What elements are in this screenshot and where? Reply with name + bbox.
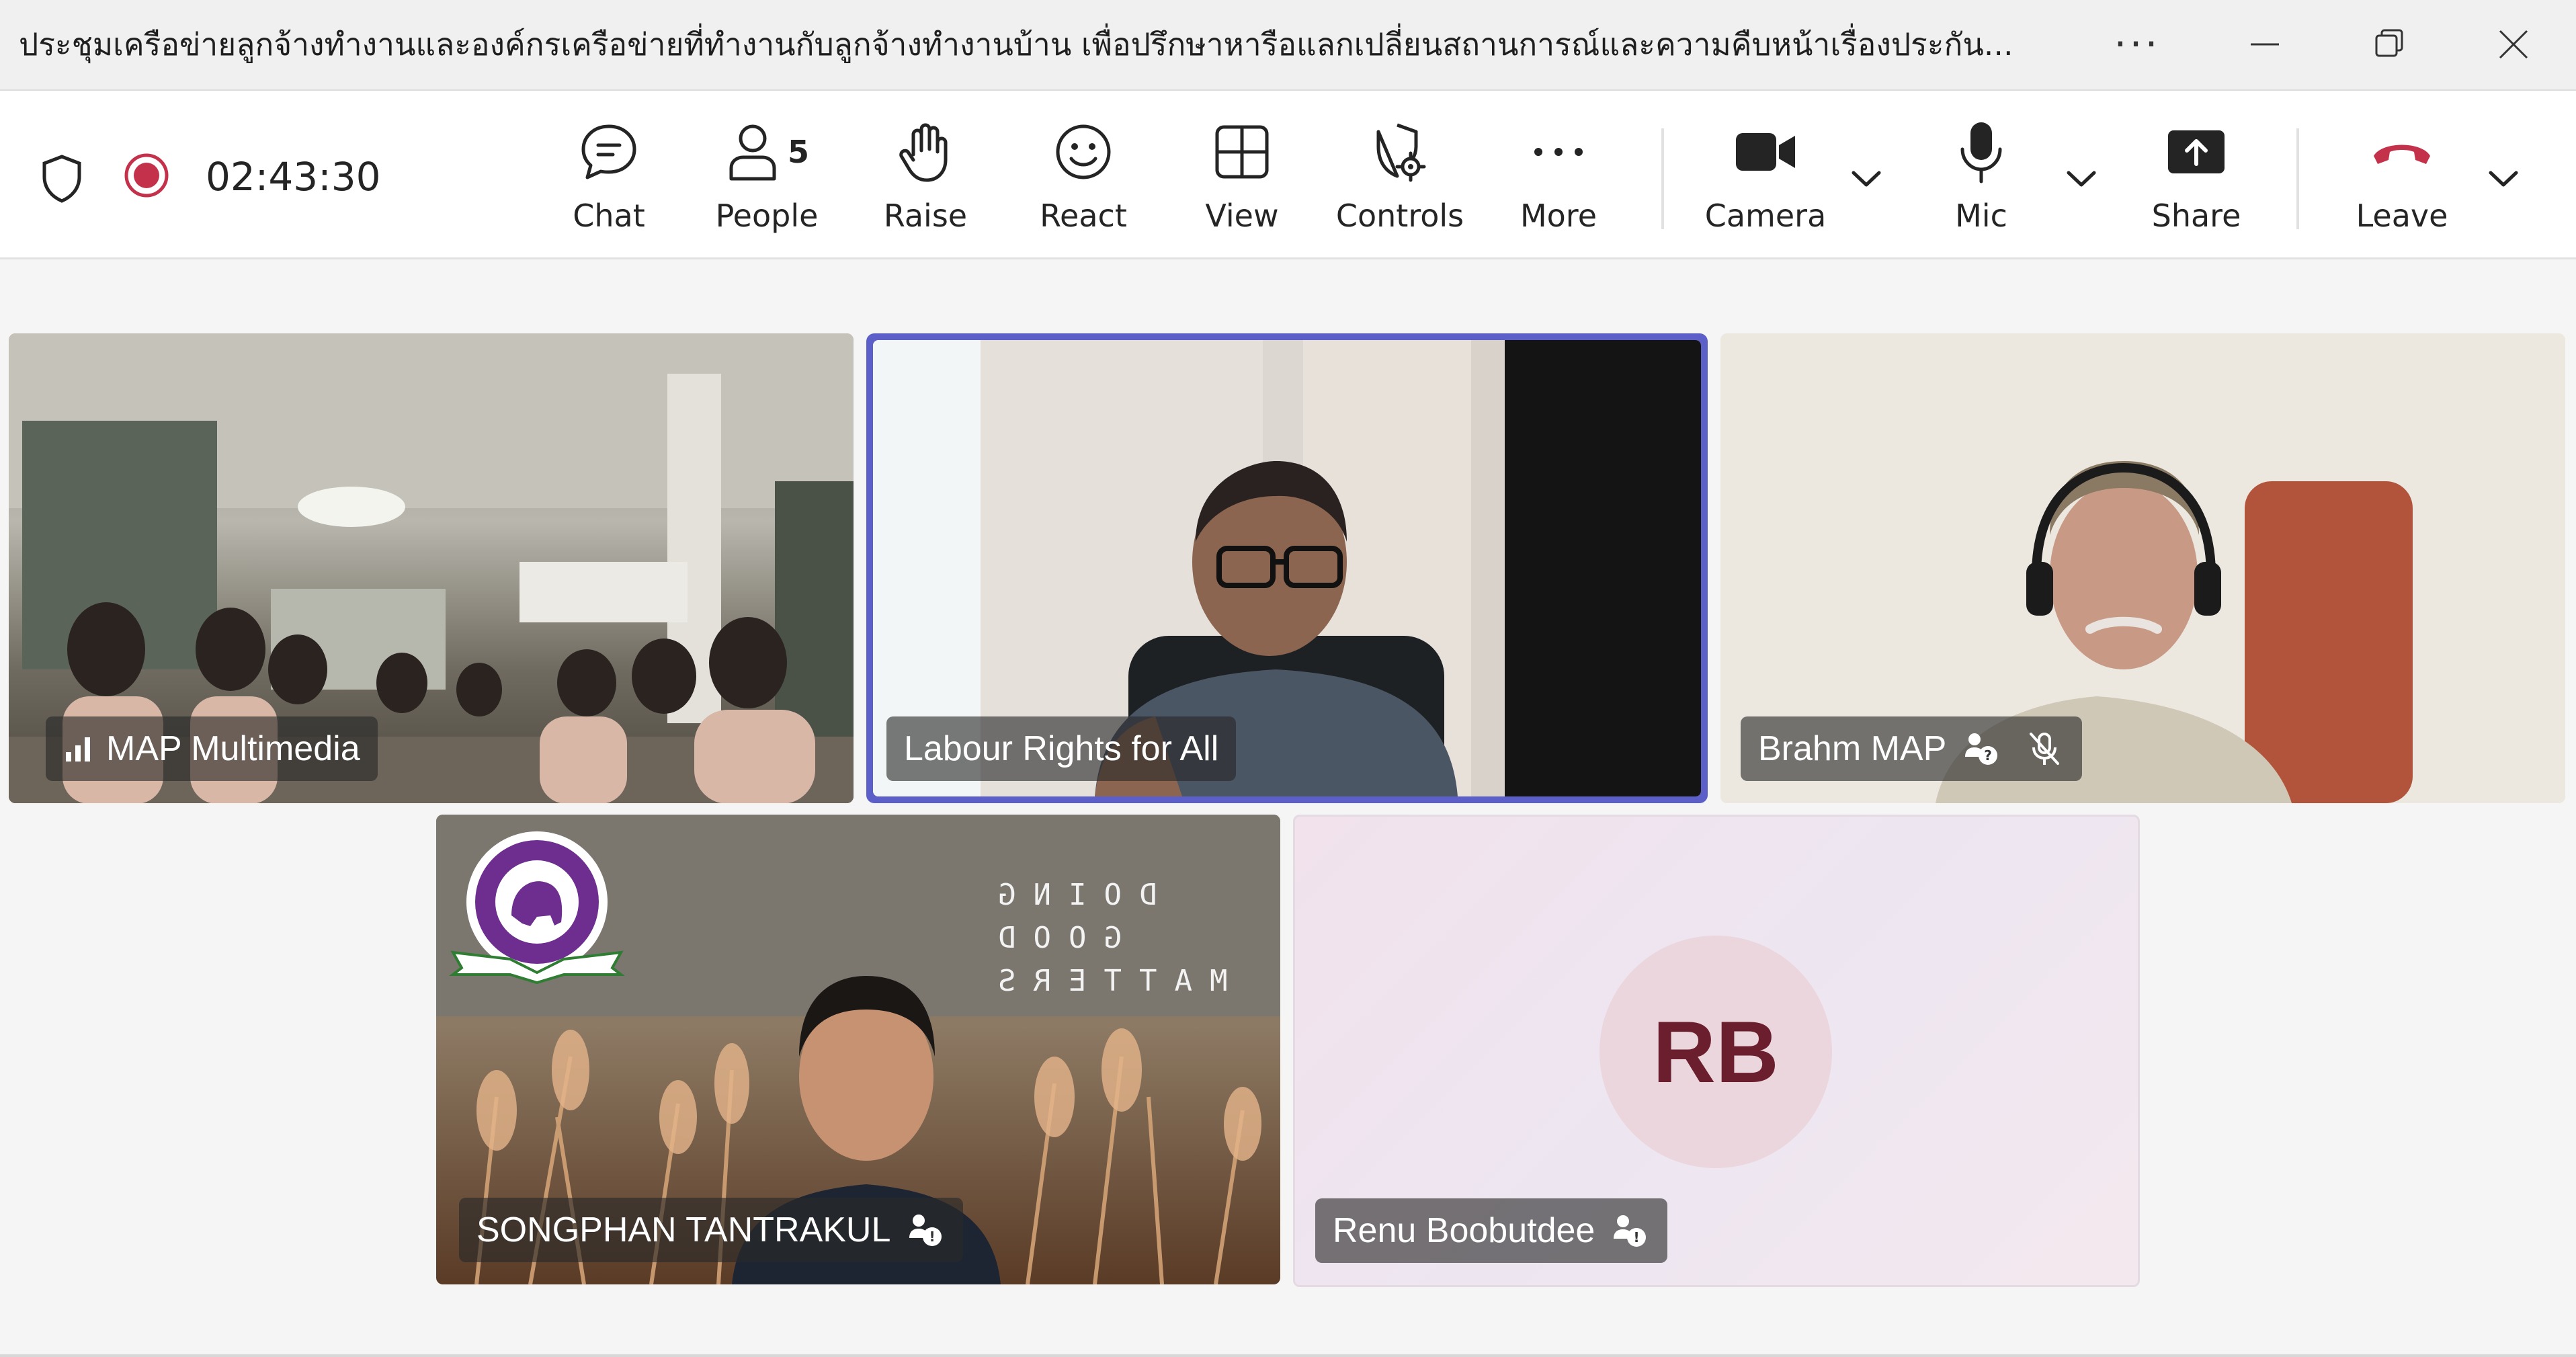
view-button[interactable]: View (1175, 115, 1309, 236)
mic-icon (1960, 122, 2002, 183)
chevron-down-icon (1852, 171, 1881, 187)
toolbar-divider (2296, 128, 2299, 229)
unverified-icon: ! (1610, 1210, 1650, 1251)
share-icon (2168, 130, 2225, 173)
leave-options-button[interactable] (2480, 155, 2527, 202)
more-options-label: ··· (2114, 21, 2161, 68)
people-count-badge: 5 (787, 134, 809, 170)
video-tile-map-multimedia[interactable]: MAP Multimedia (9, 333, 854, 803)
avatar-initials: RB (1653, 1003, 1779, 1101)
camera-label: Camera (1704, 198, 1827, 234)
participant-name: Brahm MAP (1758, 729, 1947, 768)
minimize-icon (2251, 43, 2279, 46)
chat-label: Chat (573, 198, 645, 234)
participant-name-tag: Renu Boobutdee ! (1315, 1198, 1668, 1263)
unverified-icon: ? (1961, 729, 2001, 769)
chevron-down-icon (2489, 171, 2518, 187)
minimize-button[interactable] (2225, 9, 2305, 79)
more-button[interactable]: More (1491, 115, 1626, 236)
mic-label: Mic (1955, 198, 2007, 234)
hang-up-icon (2374, 145, 2430, 164)
shield-icon (42, 155, 81, 203)
svg-text:?: ? (1984, 747, 1992, 764)
mic-options-button[interactable] (2058, 155, 2105, 202)
video-tile-labour-rights-for-all[interactable]: Labour Rights for All (866, 333, 1708, 803)
svg-text:!: ! (929, 1229, 936, 1245)
video-tile-songphan-tantrakul[interactable]: DOING GOOD MATTERS SONGPHAN TANTRAKUL ! (436, 815, 1280, 1284)
more-options-button[interactable]: ··· (2097, 9, 2177, 79)
shield-gear-icon (1376, 123, 1426, 182)
restore-icon (2375, 29, 2403, 57)
participant-name-tag: MAP Multimedia (46, 716, 378, 781)
camera-icon (1736, 133, 1795, 171)
more-icon (1534, 148, 1583, 156)
share-label: Share (2151, 198, 2241, 234)
security-button[interactable] (35, 151, 89, 205)
video-tile-brahm-map[interactable]: Brahm MAP ? (1720, 333, 2565, 803)
record-icon (124, 153, 169, 198)
avatar: RB (1599, 936, 1832, 1168)
people-button[interactable]: 5 People (700, 115, 834, 236)
view-label: View (1205, 198, 1279, 234)
mic-off-icon (2024, 729, 2065, 769)
chat-button[interactable]: Chat (542, 115, 676, 236)
share-button[interactable]: Share (2129, 115, 2263, 236)
background-word: MATTERS (981, 964, 1228, 998)
people-label: People (715, 198, 819, 234)
participant-name-tag: Labour Rights for All (886, 716, 1237, 781)
react-label: React (1040, 198, 1127, 234)
raise-hand-icon (899, 123, 948, 182)
mic-button[interactable]: Mic (1914, 115, 2048, 236)
participant-name-tag: Brahm MAP ? (1741, 716, 2083, 781)
close-button[interactable] (2473, 9, 2554, 79)
background-word: GOOD (981, 921, 1122, 955)
raise-hand-button[interactable]: Raise (858, 115, 993, 236)
leave-button[interactable]: Leave (2335, 115, 2469, 236)
people-icon (729, 124, 776, 181)
react-button[interactable]: React (1016, 115, 1151, 236)
unverified-icon: ! (905, 1210, 946, 1250)
camera-button[interactable]: Camera (1698, 115, 1833, 236)
background-word: DOING (981, 878, 1157, 912)
signal-icon (66, 737, 90, 762)
meeting-toolbar: 02:43:30 Chat 5 People Raise React View (0, 91, 2576, 259)
emoji-icon (1056, 124, 1111, 179)
controls-button[interactable]: Controls (1333, 115, 1467, 236)
more-label: More (1520, 198, 1597, 234)
participant-name: MAP Multimedia (106, 729, 360, 768)
restore-button[interactable] (2349, 9, 2429, 79)
raise-label: Raise (883, 198, 968, 234)
close-icon (2499, 30, 2528, 59)
camera-options-button[interactable] (1843, 155, 1890, 202)
grid-view-icon (1215, 125, 1269, 179)
leave-label: Leave (2356, 198, 2448, 234)
controls-label: Controls (1335, 198, 1464, 234)
participant-name-tag: SONGPHAN TANTRAKUL ! (459, 1198, 964, 1262)
meeting-title: ประชุมเครือข่ายลูกจ้างทำงานและองค์กรเครื… (19, 26, 2013, 63)
participant-name: SONGPHAN TANTRAKUL (476, 1210, 891, 1249)
window-bottom-border (0, 1354, 2576, 1357)
svg-text:!: ! (1634, 1229, 1640, 1245)
recording-indicator (120, 149, 173, 202)
call-timer: 02:43:30 (206, 154, 381, 200)
window-title-bar: ประชุมเครือข่ายลูกจ้างทำงานและองค์กรเครื… (0, 0, 2576, 91)
participant-name: Labour Rights for All (904, 729, 1219, 768)
participant-name: Renu Boobutdee (1333, 1211, 1595, 1250)
background-text: DOING GOOD MATTERS (981, 874, 1236, 1003)
toolbar-divider (1661, 128, 1664, 229)
chevron-down-icon (2067, 171, 2096, 187)
video-tile-renu-boobutdee[interactable]: RB Renu Boobutdee ! (1293, 815, 2140, 1287)
chat-icon (581, 124, 636, 179)
